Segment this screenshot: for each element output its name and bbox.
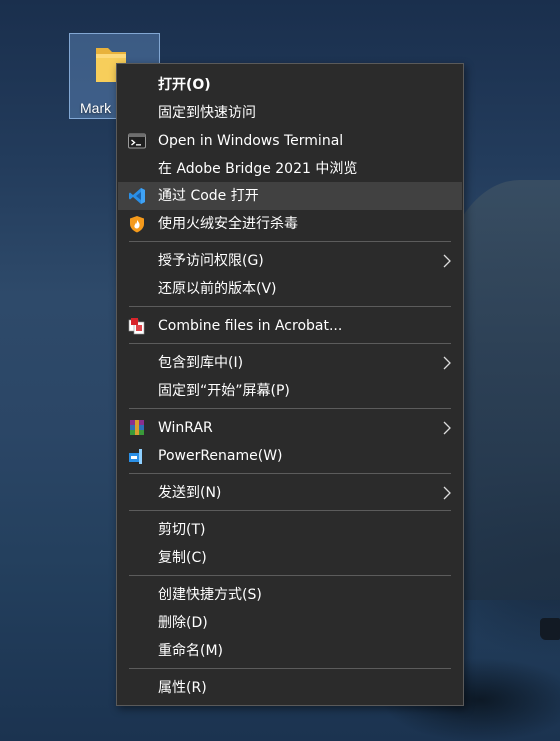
chevron-right-icon (443, 356, 451, 370)
menu-item-label: 复制(C) (158, 550, 207, 566)
menu-item-label: 属性(R) (158, 680, 207, 696)
menu-item-send-to[interactable]: 发送到(N) (118, 479, 462, 507)
menu-item-label: 重命名(M) (158, 643, 224, 659)
menu-item-open-terminal[interactable]: Open in Windows Terminal (118, 127, 462, 155)
menu-separator (129, 241, 451, 242)
menu-item-label: 发送到(N) (158, 485, 222, 501)
menu-item-pin-start[interactable]: 固定到“开始”屏幕(P) (118, 377, 462, 405)
menu-item-label: Combine files in Acrobat... (158, 318, 343, 334)
menu-item-label: 剪切(T) (158, 522, 206, 538)
chevron-right-icon (443, 421, 451, 435)
folder-label: Mark (80, 100, 112, 116)
menu-item-include-library[interactable]: 包含到库中(I) (118, 349, 462, 377)
menu-item-label: 通过 Code 打开 (158, 188, 259, 204)
menu-item-winrar[interactable]: WinRAR (118, 414, 462, 442)
menu-item-label: Open in Windows Terminal (158, 133, 344, 149)
menu-item-restore-versions[interactable]: 还原以前的版本(V) (118, 275, 462, 303)
menu-item-label: 还原以前的版本(V) (158, 281, 277, 297)
menu-item-adobe-bridge[interactable]: 在 Adobe Bridge 2021 中浏览 (118, 155, 462, 183)
menu-item-pin-quick-access[interactable]: 固定到快速访问 (118, 99, 462, 127)
wallpaper-rock (540, 618, 560, 640)
chevron-right-icon (443, 254, 451, 268)
menu-separator (129, 473, 451, 474)
menu-separator (129, 668, 451, 669)
context-menu: 打开(O) 固定到快速访问 Open in Windows Terminal 在… (116, 63, 464, 706)
menu-item-label: WinRAR (158, 420, 213, 436)
menu-item-delete[interactable]: 删除(D) (118, 609, 462, 637)
menu-item-open-vscode[interactable]: 通过 Code 打开 (118, 182, 462, 210)
winrar-icon (130, 420, 144, 435)
menu-separator (129, 408, 451, 409)
menu-separator (129, 510, 451, 511)
menu-item-label: 固定到“开始”屏幕(P) (158, 383, 290, 399)
menu-item-label: 使用火绒安全进行杀毒 (158, 216, 298, 232)
menu-item-label: PowerRename(W) (158, 448, 283, 464)
menu-item-label: 包含到库中(I) (158, 355, 244, 371)
menu-item-label: 创建快捷方式(S) (158, 587, 262, 603)
menu-item-powerrename[interactable]: PowerRename(W) (118, 442, 462, 470)
menu-separator (129, 343, 451, 344)
menu-item-huorong-scan[interactable]: 使用火绒安全进行杀毒 (118, 210, 462, 238)
menu-item-label: 固定到快速访问 (158, 105, 256, 121)
vscode-icon (129, 188, 145, 204)
menu-item-rename[interactable]: 重命名(M) (118, 637, 462, 665)
menu-item-create-shortcut[interactable]: 创建快捷方式(S) (118, 581, 462, 609)
menu-item-properties[interactable]: 属性(R) (118, 674, 462, 702)
menu-separator (129, 575, 451, 576)
huorong-shield-icon (130, 216, 144, 233)
menu-item-label: 授予访问权限(G) (158, 253, 264, 269)
terminal-icon (128, 133, 146, 149)
menu-item-open[interactable]: 打开(O) (118, 71, 462, 99)
menu-item-grant-access[interactable]: 授予访问权限(G) (118, 247, 462, 275)
menu-item-label: 删除(D) (158, 615, 208, 631)
menu-item-label: 在 Adobe Bridge 2021 中浏览 (158, 161, 358, 177)
chevron-right-icon (443, 486, 451, 500)
menu-item-label: 打开(O) (158, 77, 211, 93)
menu-item-copy[interactable]: 复制(C) (118, 544, 462, 572)
menu-separator (129, 306, 451, 307)
menu-item-acrobat-combine[interactable]: Combine files in Acrobat... (118, 312, 462, 340)
menu-item-cut[interactable]: 剪切(T) (118, 516, 462, 544)
acrobat-icon (128, 318, 145, 335)
powerrename-icon (129, 449, 142, 464)
